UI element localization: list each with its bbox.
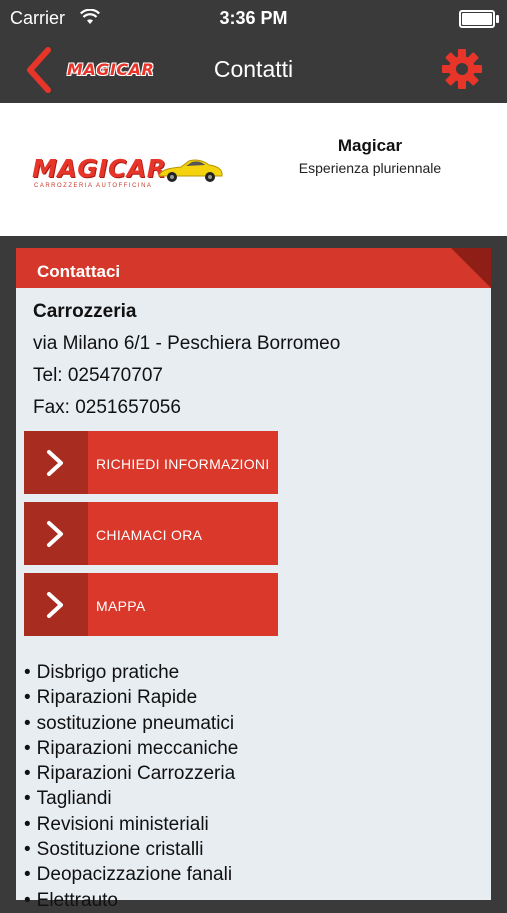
list-item: Revisioni ministeriali	[24, 812, 238, 837]
list-item: sostituzione pneumatici	[24, 711, 238, 736]
chevron-right-icon	[24, 573, 88, 636]
company-tagline: Esperienza pluriennale	[298, 160, 442, 176]
car-icon	[158, 159, 223, 182]
list-item: Riparazioni Rapide	[24, 685, 238, 710]
section-header: Contattaci	[16, 248, 491, 288]
chevron-right-icon	[24, 502, 88, 565]
company-name: Magicar	[337, 136, 403, 155]
call-now-label: CHIAMACI ORA	[96, 527, 203, 543]
list-item: Disbrigo pratiche	[24, 660, 238, 685]
status-time: 3:36 PM	[219, 8, 288, 28]
contact-phone: Tel: 025470707	[33, 365, 163, 386]
list-item: Riparazioni Carrozzeria	[24, 761, 238, 786]
status-bar: Carrier 3:36 PM	[0, 0, 507, 36]
map-label: MAPPA	[96, 598, 146, 614]
company-logo-text: MAGICAR	[32, 154, 167, 183]
request-info-label: RICHIEDI INFORMAZIONI	[96, 456, 270, 472]
contact-address: via Milano 6/1 - Peschiera Borromeo	[33, 333, 341, 354]
contact-panel: Contattaci Carrozzeria via Milano 6/1 - …	[16, 248, 491, 911]
company-logo: MAGICAR CARROZZERIA AUTOFFICINA	[30, 146, 230, 196]
corner-fold-icon	[451, 248, 491, 288]
services-list: Disbrigo pratiche Riparazioni Rapide sos…	[24, 660, 239, 913]
list-item: Elettrauto	[24, 888, 238, 913]
section-title: Contattaci	[37, 262, 121, 281]
gear-icon[interactable]	[441, 48, 483, 90]
list-item: Deopacizzazione fanali	[24, 862, 238, 887]
call-now-button[interactable]: CHIAMACI ORA	[24, 502, 278, 565]
chevron-right-icon	[24, 431, 88, 494]
list-item: Riparazioni meccaniche	[24, 736, 239, 761]
navbar: MAGICAR Contatti	[0, 36, 507, 103]
page-title: Contatti	[213, 56, 294, 82]
company-header: MAGICAR CARROZZERIA AUTOFFICINA Magicar …	[0, 103, 507, 236]
contact-name: Carrozzeria	[33, 301, 137, 322]
list-item: Tagliandi	[24, 786, 238, 811]
battery-icon	[459, 10, 499, 28]
request-info-button[interactable]: RICHIEDI INFORMAZIONI	[24, 431, 278, 494]
company-logo-subtitle: CARROZZERIA AUTOFFICINA	[34, 183, 153, 189]
map-button[interactable]: MAPPA	[24, 573, 278, 636]
contact-fax: Fax: 0251657056	[33, 397, 181, 418]
list-item: Sostituzione cristalli	[24, 837, 238, 862]
